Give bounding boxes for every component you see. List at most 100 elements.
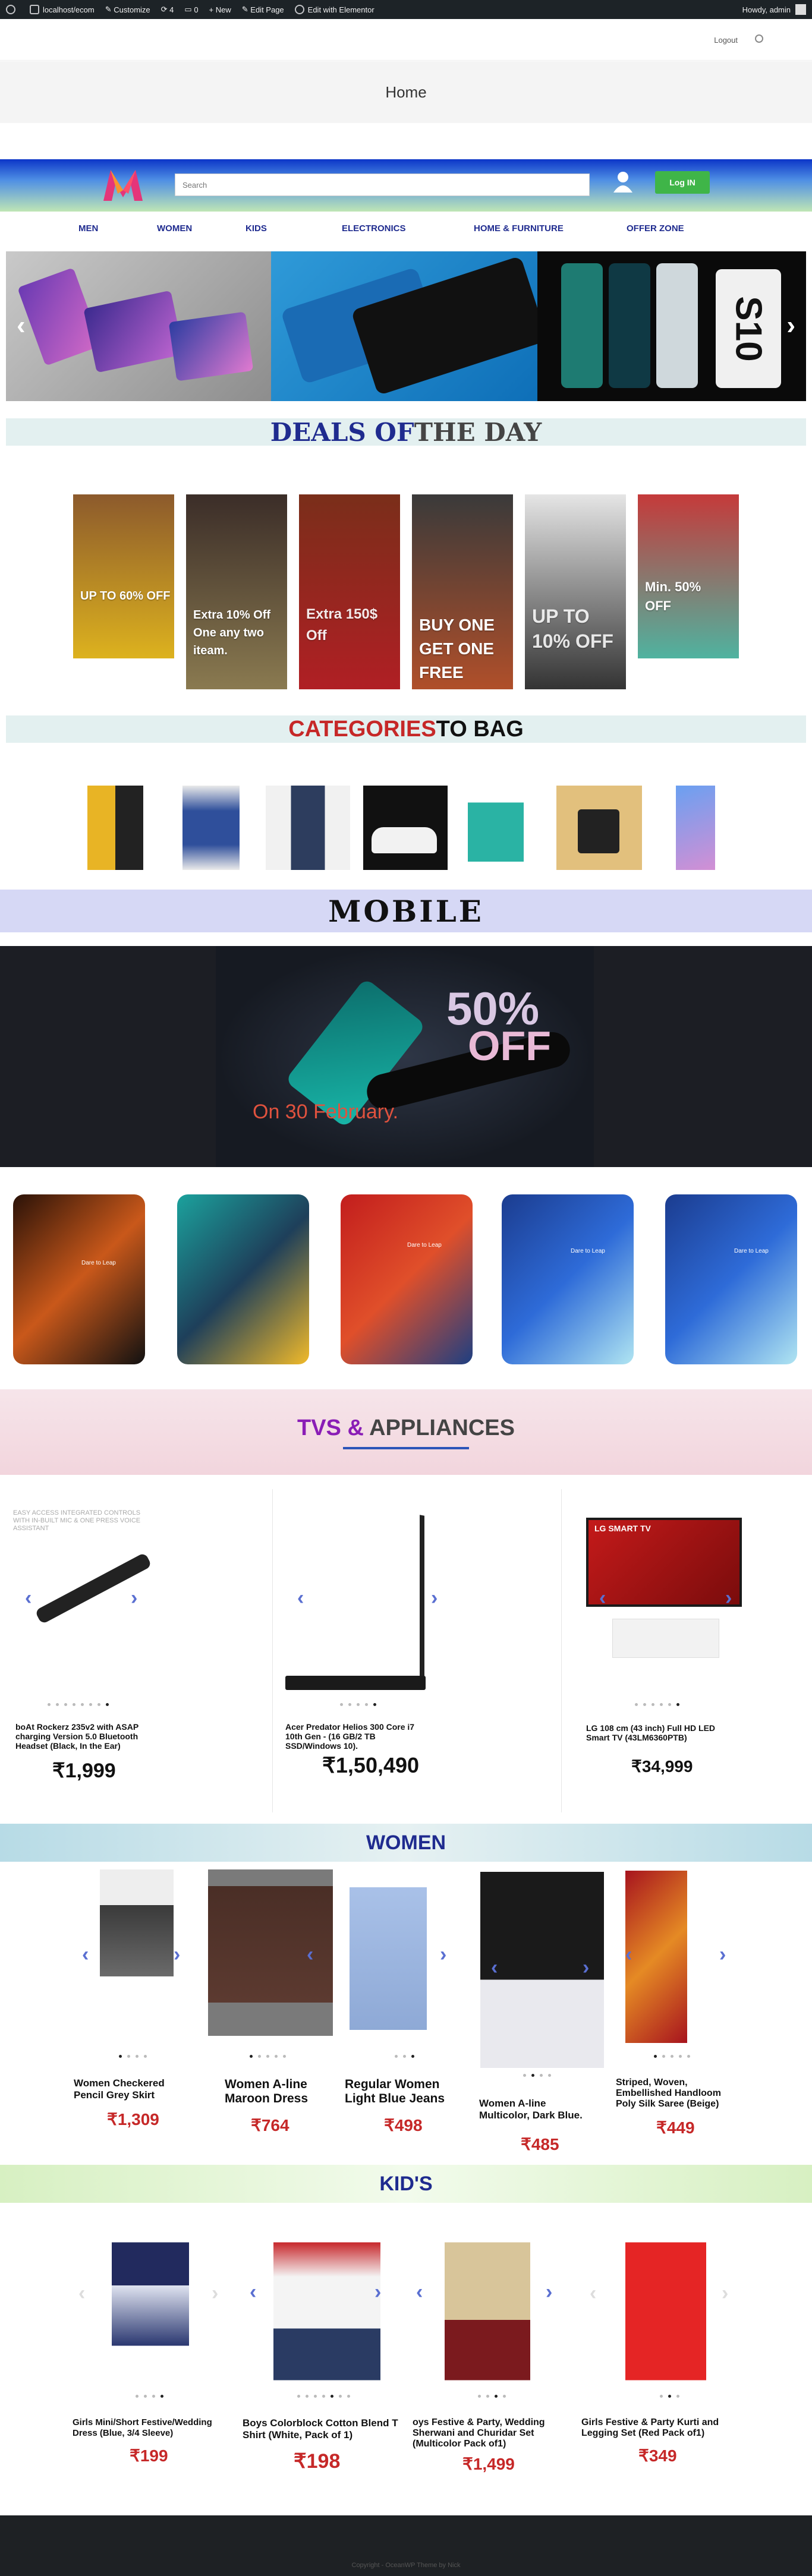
- carousel-next-button[interactable]: ›: [431, 1587, 438, 1610]
- carousel-next-button[interactable]: ›: [374, 2281, 381, 2304]
- user-icon[interactable]: [612, 170, 634, 194]
- mobile-product[interactable]: Dare to Leap: [502, 1194, 634, 1364]
- carousel-prev-button[interactable]: ‹: [250, 2281, 256, 2304]
- carousel-dots[interactable]: [478, 2395, 506, 2398]
- mobile-product[interactable]: Dare to Leap: [13, 1194, 145, 1364]
- carousel-next-button[interactable]: ›: [719, 1943, 726, 1966]
- deal-card[interactable]: UP TO 10% OFF: [525, 494, 626, 689]
- admin-account-link[interactable]: Howdy, admin: [742, 4, 806, 15]
- carousel-dots[interactable]: [119, 2055, 147, 2058]
- mobile-heading: MOBILE: [0, 890, 812, 932]
- category-mobiles[interactable]: [676, 786, 715, 870]
- deal-card[interactable]: Min. 50% OFF: [638, 494, 739, 658]
- product-title[interactable]: Girls Festive & Party Kurti and Legging …: [581, 2417, 724, 2439]
- carousel-dots[interactable]: [340, 1703, 376, 1706]
- carousel-dots[interactable]: [660, 2395, 679, 2398]
- admin-updates-link[interactable]: ⟳ 4: [161, 5, 174, 14]
- mobile-promo-banner[interactable]: 50% OFF On 30 February.: [0, 946, 812, 1167]
- carousel-prev-button[interactable]: ‹: [82, 1943, 89, 1966]
- product-boys-tshirt[interactable]: [273, 2216, 380, 2389]
- login-button[interactable]: Log IN: [655, 171, 710, 194]
- mobile-product[interactable]: Dare to Leap: [665, 1194, 797, 1364]
- admin-customize-link[interactable]: ✎ Customize: [105, 5, 150, 14]
- nav-item-women[interactable]: WOMEN: [157, 223, 192, 234]
- category-sarees[interactable]: [468, 786, 524, 870]
- product-tv[interactable]: LG SMART TV: [586, 1518, 744, 1664]
- product-title[interactable]: Boys Colorblock Cotton Blend T Shirt (Wh…: [243, 2417, 403, 2441]
- product-title[interactable]: Regular Women Light Blue Jeans: [345, 2077, 458, 2106]
- carousel-dots[interactable]: [136, 2395, 163, 2398]
- deal-card[interactable]: Extra 10% Off One any two iteam.: [186, 494, 287, 689]
- product-saree[interactable]: [625, 1871, 687, 2043]
- carousel-next-button[interactable]: ›: [546, 2281, 552, 2304]
- product-skirt[interactable]: [100, 1869, 174, 2048]
- mobile-product[interactable]: [177, 1194, 309, 1364]
- deal-card[interactable]: UP TO 60% OFF: [73, 494, 174, 658]
- nav-item-home-furniture[interactable]: HOME & FURNITURE: [474, 223, 564, 234]
- product-title[interactable]: oys Festive & Party, Wedding Sherwani an…: [413, 2417, 555, 2449]
- search-input[interactable]: [175, 174, 590, 196]
- carousel-prev-button[interactable]: ‹: [78, 2282, 85, 2305]
- product-title[interactable]: LG 108 cm (43 inch) Full HD LED Smart TV…: [586, 1723, 738, 1742]
- category-shoes[interactable]: [363, 786, 448, 870]
- carousel-dots[interactable]: [250, 2055, 286, 2058]
- mobile-product[interactable]: Dare to Leap: [341, 1194, 473, 1364]
- admin-comments-link[interactable]: ▭ 0: [184, 5, 198, 14]
- carousel-dots[interactable]: [523, 2074, 551, 2077]
- carousel-next-button[interactable]: ›: [212, 2282, 218, 2305]
- carousel-dots[interactable]: [48, 1703, 109, 1706]
- product-title[interactable]: Women A-line Multicolor, Dark Blue.: [479, 2098, 598, 2121]
- product-title[interactable]: Striped, Woven, Embellished Handloom Pol…: [616, 2077, 735, 2110]
- category-shirts[interactable]: [182, 786, 240, 870]
- carousel-next-button[interactable]: ›: [131, 1587, 137, 1610]
- nav-item-men[interactable]: MEN: [78, 223, 98, 234]
- slider-next-button[interactable]: ›: [786, 311, 795, 340]
- product-title[interactable]: Women A-line Maroon Dress: [225, 2077, 332, 2106]
- carousel-dots[interactable]: [635, 1703, 679, 1706]
- product-title[interactable]: Women Checkered Pencil Grey Skirt: [74, 2077, 181, 2101]
- category-tshirts[interactable]: [87, 786, 143, 870]
- product-sherwani[interactable]: [445, 2216, 530, 2389]
- carousel-next-button[interactable]: ›: [722, 2282, 728, 2305]
- admin-site-link[interactable]: localhost/ecom: [30, 5, 95, 14]
- admin-elementor-link[interactable]: Edit with Elementor: [294, 5, 374, 14]
- product-kurti-set[interactable]: [625, 2216, 706, 2389]
- product-title[interactable]: Girls Mini/Short Festive/Wedding Dress (…: [73, 2417, 221, 2439]
- carousel-prev-button[interactable]: ‹: [625, 1943, 632, 1966]
- nav-item-offer-zone[interactable]: OFFER ZONE: [627, 223, 684, 234]
- product-jeans[interactable]: [350, 1869, 427, 2048]
- carousel-prev-button[interactable]: ‹: [491, 1956, 498, 1979]
- category-jeans[interactable]: [266, 786, 350, 870]
- search-icon[interactable]: [755, 34, 763, 43]
- carousel-next-button[interactable]: ›: [174, 1943, 180, 1966]
- product-title[interactable]: Acer Predator Helios 300 Core i7 10th Ge…: [285, 1722, 428, 1751]
- product-maroon-dress[interactable]: [208, 1869, 333, 2036]
- carousel-prev-button[interactable]: ‹: [297, 1587, 304, 1610]
- nav-item-electronics[interactable]: ELECTRONICS: [342, 223, 406, 234]
- logout-link[interactable]: Logout: [714, 36, 738, 45]
- carousel-prev-button[interactable]: ‹: [590, 2282, 596, 2305]
- category-bags[interactable]: [556, 786, 642, 870]
- carousel-dots[interactable]: [395, 2055, 414, 2058]
- nav-item-kids[interactable]: KIDS: [246, 223, 267, 234]
- slider-prev-button[interactable]: ‹: [17, 311, 26, 340]
- carousel-prev-button[interactable]: ‹: [599, 1587, 606, 1610]
- admin-new-link[interactable]: + New: [209, 5, 231, 14]
- deal-card[interactable]: Extra 150$ Off: [299, 494, 400, 689]
- carousel-next-button[interactable]: ›: [725, 1587, 732, 1610]
- product-headset[interactable]: EASY ACCESS INTEGRATED CONTROLS WITH IN-…: [13, 1509, 158, 1646]
- carousel-dots[interactable]: [297, 2395, 350, 2398]
- admin-edit-page-link[interactable]: ✎ Edit Page: [242, 5, 284, 14]
- slide-galaxy-s10: S10: [537, 251, 806, 401]
- product-girls-dress[interactable]: [112, 2216, 189, 2389]
- myntra-logo-icon[interactable]: [100, 166, 146, 204]
- product-title[interactable]: boAt Rockerz 235v2 with ASAP charging Ve…: [15, 1722, 152, 1751]
- carousel-next-button[interactable]: ›: [583, 1956, 589, 1979]
- carousel-prev-button[interactable]: ‹: [416, 2281, 423, 2304]
- carousel-next-button[interactable]: ›: [440, 1943, 446, 1966]
- deal-card[interactable]: BUY ONE GET ONE FREE: [412, 494, 513, 689]
- carousel-prev-button[interactable]: ‹: [307, 1943, 313, 1966]
- wordpress-logo-icon[interactable]: [6, 5, 19, 14]
- carousel-dots[interactable]: [654, 2055, 690, 2058]
- carousel-prev-button[interactable]: ‹: [25, 1587, 32, 1610]
